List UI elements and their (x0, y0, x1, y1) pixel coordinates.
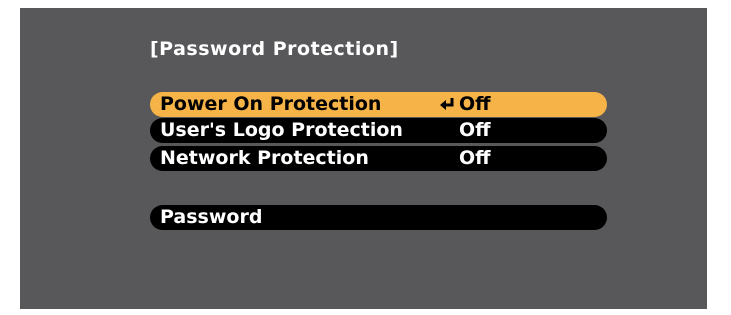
password-label: Password (160, 206, 263, 228)
power-on-protection-row[interactable]: Power On Protection Off (150, 92, 607, 117)
power-on-protection-value: Off (459, 93, 491, 115)
network-protection-value: Off (459, 147, 491, 169)
users-logo-protection-label: User's Logo Protection (160, 119, 403, 141)
power-on-protection-label: Power On Protection (160, 93, 382, 115)
projector-menu-screen: [Password Protection] Power On Protectio… (20, 8, 707, 309)
users-logo-protection-value: Off (459, 119, 491, 141)
menu-title: [Password Protection] (150, 38, 399, 60)
network-protection-label: Network Protection (160, 147, 369, 169)
users-logo-protection-row[interactable]: User's Logo Protection Off (150, 118, 607, 143)
password-row[interactable]: Password (150, 205, 607, 230)
network-protection-row[interactable]: Network Protection Off (150, 146, 607, 171)
enter-icon (439, 97, 456, 112)
